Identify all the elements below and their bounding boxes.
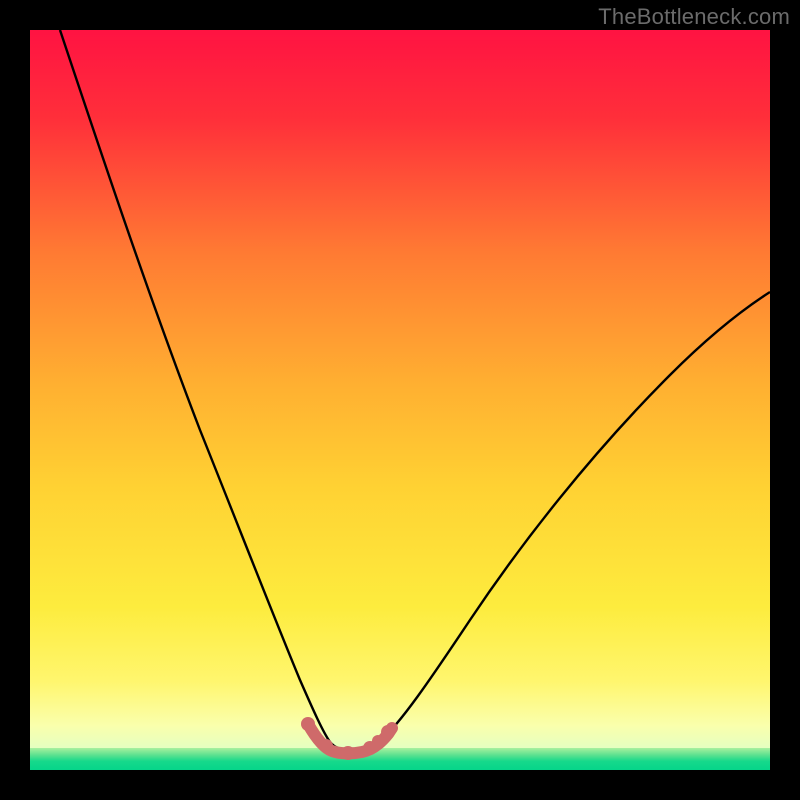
highlight-dot [319, 739, 333, 753]
highlight-dot [341, 746, 355, 760]
highlight-dot [372, 735, 384, 747]
highlight-dot [301, 717, 315, 731]
highlight-dot [381, 725, 395, 739]
watermark-text: TheBottleneck.com [598, 4, 790, 30]
bottleneck-curve [30, 30, 770, 770]
chart-frame: TheBottleneck.com [0, 0, 800, 800]
curve-path [60, 30, 770, 750]
plot-area [30, 30, 770, 770]
